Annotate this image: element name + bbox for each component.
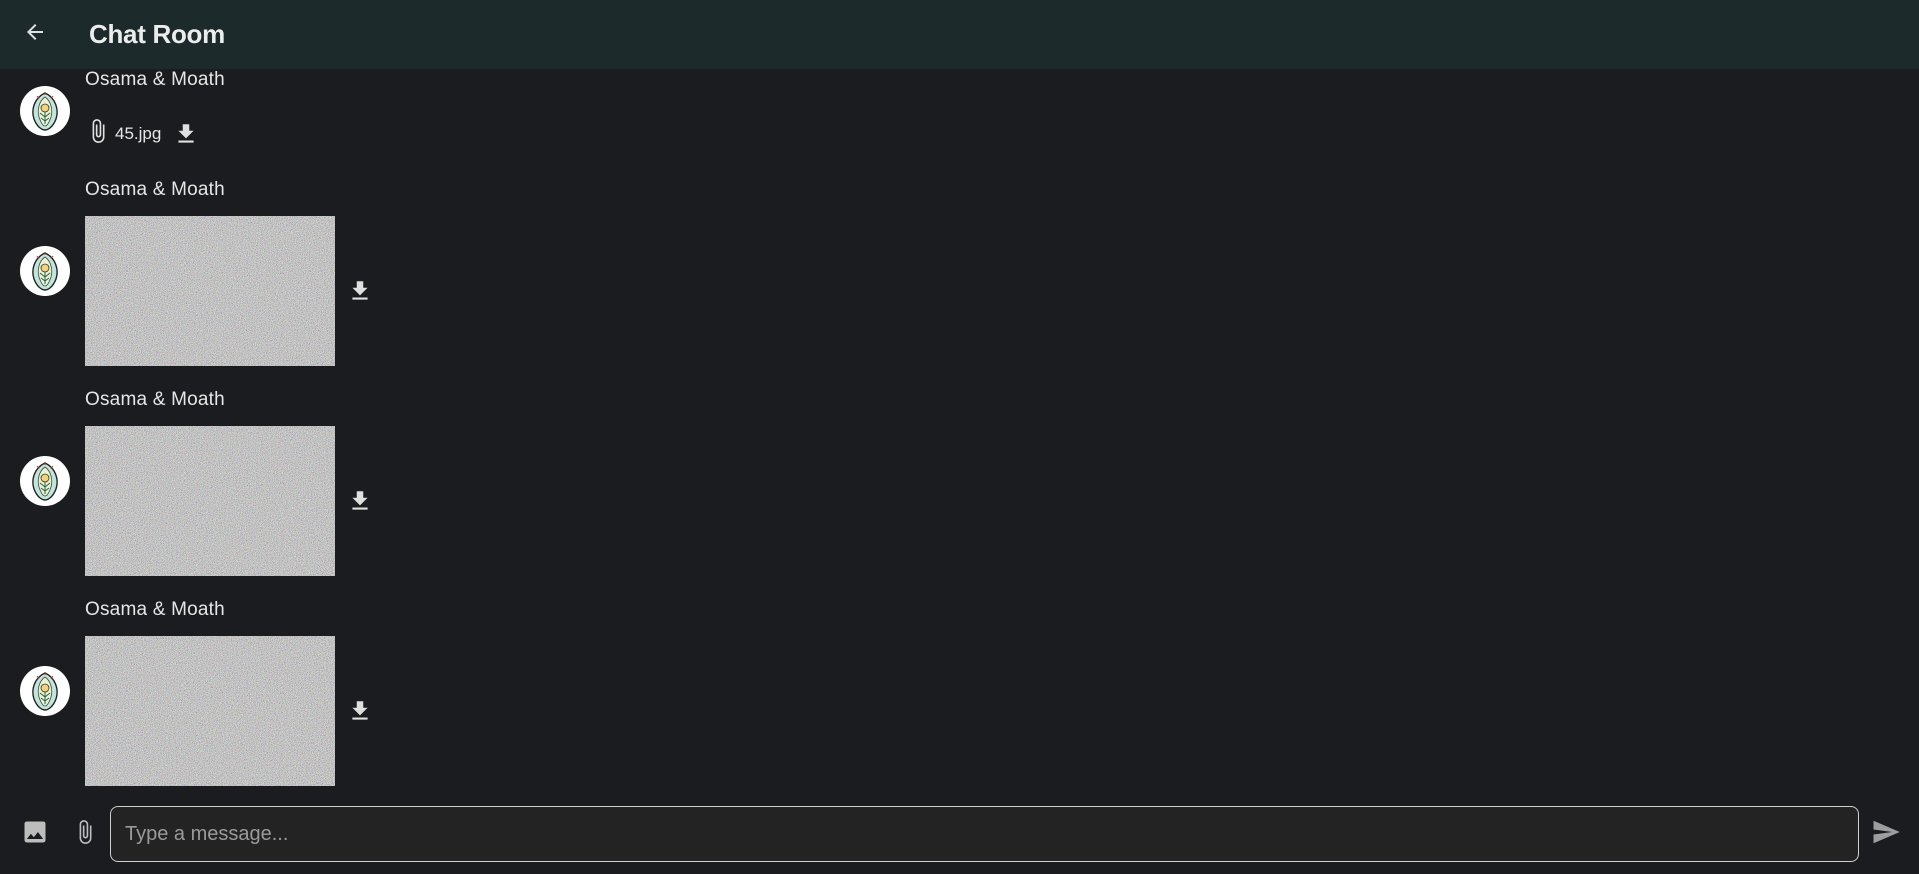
image-attachment[interactable] xyxy=(85,426,335,576)
paperclip-icon xyxy=(85,115,111,152)
download-icon xyxy=(178,123,194,143)
download-button[interactable] xyxy=(344,485,376,517)
message-input[interactable] xyxy=(110,806,1859,862)
file-attachment[interactable]: 45.jpg xyxy=(85,115,199,152)
paperclip-icon xyxy=(72,817,98,852)
message-composer xyxy=(0,799,1919,874)
message-item: Osama & Moath 45.jpg xyxy=(0,69,1919,179)
message-item: Osama & Moath xyxy=(0,179,1919,389)
download-icon xyxy=(352,281,368,300)
avatar xyxy=(20,246,70,296)
image-icon xyxy=(21,818,49,851)
avatar xyxy=(20,666,70,716)
image-attachment[interactable] xyxy=(85,216,335,366)
image-attachment[interactable] xyxy=(85,636,335,786)
download-button[interactable] xyxy=(344,695,376,727)
app-bar: Chat Room xyxy=(0,0,1919,69)
send-button[interactable] xyxy=(1866,814,1906,854)
download-button[interactable] xyxy=(344,275,376,307)
file-name: 45.jpg xyxy=(115,123,162,143)
arrow-back-icon xyxy=(23,20,47,49)
page-title: Chat Room xyxy=(89,19,225,49)
sender-name: Osama & Moath xyxy=(85,69,225,90)
sender-name: Osama & Moath xyxy=(85,389,225,410)
download-icon xyxy=(352,701,368,720)
sender-name: Osama & Moath xyxy=(85,179,225,200)
attach-button[interactable] xyxy=(65,814,105,854)
image-button[interactable] xyxy=(15,814,55,854)
message-item: Osama & Moath xyxy=(0,599,1919,799)
message-item: Osama & Moath xyxy=(0,389,1919,599)
download-button[interactable] xyxy=(173,121,199,147)
send-icon xyxy=(1871,817,1901,852)
sender-name: Osama & Moath xyxy=(85,599,225,620)
back-button[interactable] xyxy=(0,0,69,69)
message-list[interactable]: Osama & Moath 45.jpg Osama & Moath Osama… xyxy=(0,69,1919,799)
avatar xyxy=(20,86,70,136)
download-icon xyxy=(352,491,368,510)
avatar xyxy=(20,456,70,506)
